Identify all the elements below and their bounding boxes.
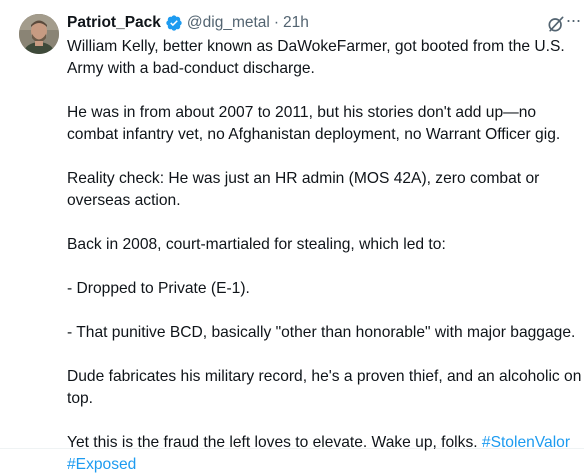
- avatar[interactable]: [19, 14, 59, 54]
- separator-dot: ·: [273, 14, 280, 31]
- tweet-header: Patriot_Pack @dig_metal · 21h: [67, 10, 575, 36]
- tweet-final-text: Yet this is the fraud the left loves to …: [67, 434, 482, 451]
- tweet-paragraph-final: Yet this is the fraud the left loves to …: [67, 432, 582, 476]
- tweet-time[interactable]: 21h: [283, 14, 309, 32]
- author-name[interactable]: Patriot_Pack: [67, 14, 161, 32]
- tweet-text: William Kelly, better known as DaWokeFar…: [67, 36, 582, 476]
- grok-icon[interactable]: [546, 14, 566, 34]
- tweet-content: Patriot_Pack @dig_metal · 21h William Ke…: [67, 10, 581, 476]
- avatar-image: [19, 14, 59, 54]
- more-options-icon[interactable]: ···: [565, 10, 582, 36]
- hashtag-link[interactable]: #Exposed: [67, 456, 136, 473]
- tweet-paragraph: William Kelly, better known as DaWokeFar…: [67, 38, 565, 77]
- tweet-paragraph: - Dropped to Private (E-1).: [67, 280, 250, 297]
- tweet-paragraph: - That punitive BCD, basically "other th…: [67, 324, 576, 341]
- hashtag-link[interactable]: #StolenValor: [482, 434, 570, 451]
- verified-badge-icon: [166, 15, 182, 31]
- tweet-paragraph: He was in from about 2007 to 2011, but h…: [67, 104, 561, 143]
- tweet-paragraph: Back in 2008, court-martialed for steali…: [67, 236, 446, 253]
- tweet[interactable]: Patriot_Pack @dig_metal · 21h William Ke…: [0, 0, 584, 473]
- author-handle[interactable]: @dig_metal: [187, 14, 270, 32]
- tweet-paragraph: Reality check: He was just an HR admin (…: [67, 170, 540, 209]
- tweet-paragraph: Dude fabricates his military record, he'…: [67, 368, 582, 407]
